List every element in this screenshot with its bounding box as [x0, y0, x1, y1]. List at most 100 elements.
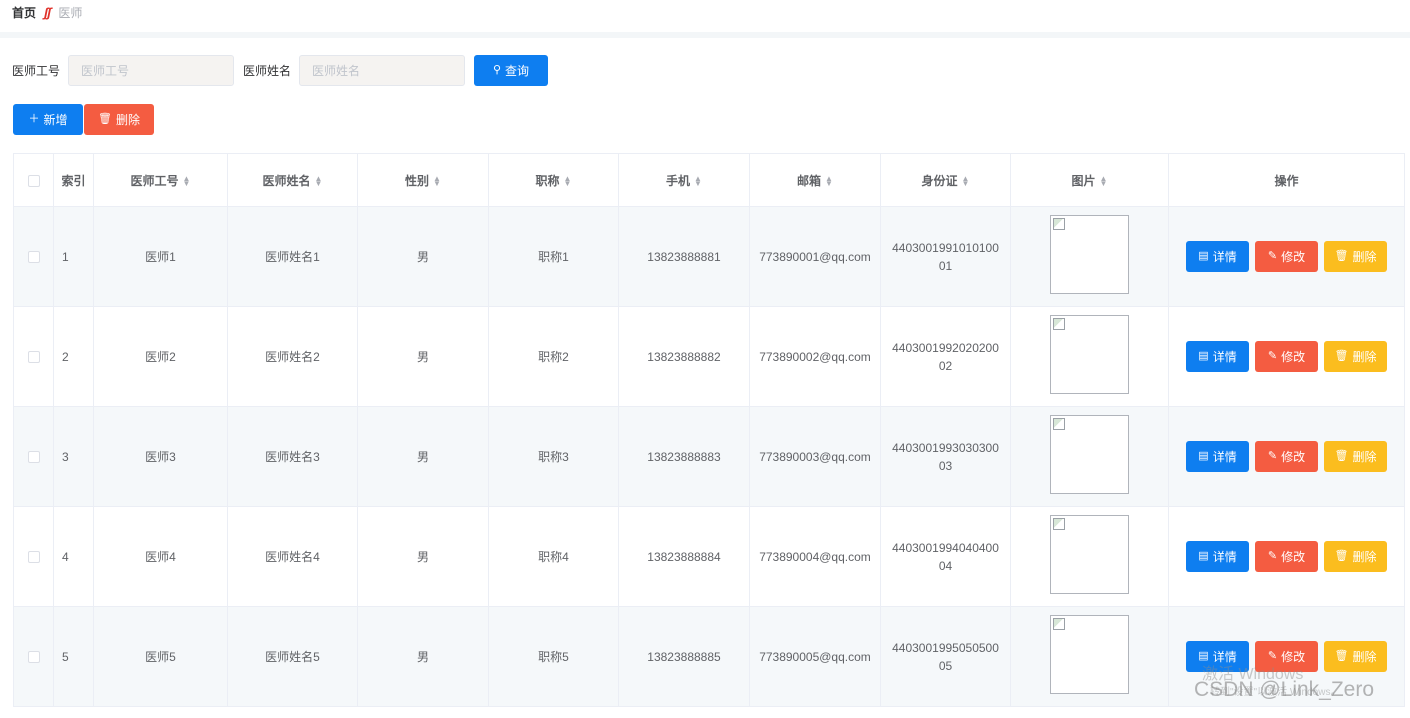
header-phone[interactable]: 手机 ▲ ▼ — [618, 153, 750, 207]
doctor-table: 索引 医师工号 ▲ ▼ 医师姓名 ▲ ▼ 性别 ▲ ▼ 职称 ▲ ▼ 手机 ▲ ▼ 邮箱 ▲ ▼ 身份证… — [13, 153, 1405, 707]
edit-button[interactable]: ✎ 修改 — [1255, 441, 1318, 472]
add-button[interactable]: ＋ 新增 — [13, 104, 83, 135]
table-row: 2 医师2 医师姓名2 男职称2 13823888882 773890002@qq.com… — [13, 306, 1405, 407]
row-actions: ▤ 详情 ✎ 修改 🗑 删除 — [1177, 241, 1396, 272]
row-checkbox[interactable] — [27, 351, 40, 364]
breadcrumb-home[interactable]: 首页 — [12, 4, 36, 21]
delete-button[interactable]: 🗑 删除 — [1324, 241, 1387, 272]
cell-title: 职称2 — [488, 306, 619, 407]
cell-operation: ▤ 详情 ✎ 修改 🗑 删除 — [1168, 406, 1405, 507]
pencil-icon: ✎ — [1267, 250, 1278, 262]
delete-button[interactable]: 🗑 删除 — [1324, 341, 1387, 372]
edit-button-label: 修改 — [1281, 350, 1306, 364]
cell-operation: ▤ 详情 ✎ 修改 🗑 删除 — [1168, 206, 1405, 307]
header-gender[interactable]: 性别 ▲ ▼ — [357, 153, 489, 207]
row-checkbox[interactable] — [27, 551, 40, 564]
header-photo-label: 图片 — [1071, 173, 1096, 188]
sort-icon[interactable]: ▲ ▼ — [564, 175, 572, 188]
delete-button-label: 删除 — [1352, 350, 1377, 364]
broken-image-icon[interactable] — [1050, 614, 1129, 694]
delete-button[interactable]: 🗑 删除 — [1324, 441, 1387, 472]
sort-icon[interactable]: ▲ ▼ — [433, 175, 441, 188]
row-checkbox[interactable] — [27, 451, 40, 464]
cell-photo — [1010, 406, 1169, 507]
cell-gender: 男 — [357, 306, 489, 407]
row-actions: ▤ 详情 ✎ 修改 🗑 删除 — [1177, 641, 1396, 672]
edit-button[interactable]: ✎ 修改 — [1255, 241, 1318, 272]
delete-button[interactable]: 🗑 删除 — [1324, 541, 1387, 572]
cell-operation: ▤ 详情 ✎ 修改 🗑 删除 — [1168, 306, 1405, 407]
detail-button[interactable]: ▤ 详情 — [1186, 541, 1249, 572]
header-doctor-id[interactable]: 医师工号 ▲ ▼ — [93, 153, 228, 207]
detail-button-label: 详情 — [1212, 250, 1237, 264]
cell-title: 职称4 — [488, 506, 619, 607]
batch-delete-button-label: 删除 — [115, 113, 140, 127]
select-all-checkbox[interactable] — [27, 174, 40, 187]
cell-photo — [1010, 506, 1169, 607]
query-button-label: 查询 — [505, 64, 530, 78]
cell-email: 773890002@qq.com — [749, 306, 881, 407]
sort-icon[interactable]: ▲ ▼ — [825, 175, 833, 188]
document-icon: ▤ — [1198, 450, 1209, 462]
document-icon: ▤ — [1198, 250, 1209, 262]
detail-button[interactable]: ▤ 详情 — [1186, 641, 1249, 672]
batch-delete-button[interactable]: 🗑 删除 — [84, 104, 154, 135]
edit-button[interactable]: ✎ 修改 — [1255, 341, 1318, 372]
detail-button[interactable]: ▤ 详情 — [1186, 341, 1249, 372]
delete-button-label: 删除 — [1352, 650, 1377, 664]
query-button[interactable]: ⚲ 查询 — [474, 55, 549, 86]
header-email[interactable]: 邮箱 ▲ ▼ — [749, 153, 881, 207]
cell-id-card: 440300199404040004 — [880, 506, 1011, 607]
header-title[interactable]: 职称 ▲ ▼ — [488, 153, 619, 207]
edit-button[interactable]: ✎ 修改 — [1255, 641, 1318, 672]
select-all-cell — [13, 153, 54, 207]
cell-id-card: 440300199303030003 — [880, 406, 1011, 507]
cell-operation: ▤ 详情 ✎ 修改 🗑 删除 — [1168, 606, 1405, 707]
broken-image-icon[interactable] — [1050, 414, 1129, 494]
breadcrumb-current: 医师 — [58, 5, 83, 20]
row-checkbox[interactable] — [27, 251, 40, 264]
header-id-card-label: 身份证 — [921, 173, 958, 188]
pencil-icon: ✎ — [1267, 650, 1278, 662]
row-select-cell — [13, 406, 54, 507]
header-gender-label: 性别 — [405, 173, 430, 188]
cell-id-card: 440300199505050005 — [880, 606, 1011, 707]
cell-title: 职称3 — [488, 406, 619, 507]
sort-icon[interactable]: ▲ ▼ — [1100, 175, 1108, 188]
trash-icon: 🗑 — [1334, 250, 1349, 262]
detail-button[interactable]: ▤ 详情 — [1186, 441, 1249, 472]
delete-button[interactable]: 🗑 删除 — [1324, 641, 1387, 672]
cell-index: 2 — [53, 306, 94, 407]
header-doctor-name[interactable]: 医师姓名 ▲ ▼ — [227, 153, 358, 207]
sort-icon[interactable]: ▲ ▼ — [962, 175, 970, 188]
header-phone-label: 手机 — [666, 173, 691, 188]
row-checkbox[interactable] — [27, 651, 40, 664]
add-button-label: 新增 — [43, 113, 68, 127]
header-photo[interactable]: 图片 ▲ ▼ — [1010, 153, 1169, 207]
edit-button-label: 修改 — [1281, 450, 1306, 464]
sort-icon[interactable]: ▲ ▼ — [183, 175, 191, 188]
header-id-card[interactable]: 身份证 ▲ ▼ — [880, 153, 1011, 207]
detail-button[interactable]: ▤ 详情 — [1186, 241, 1249, 272]
cell-gender: 男 — [357, 506, 489, 607]
cell-doctor-name: 医师姓名1 — [227, 206, 358, 307]
cell-doctor-name: 医师姓名3 — [227, 406, 358, 507]
doctor-id-input[interactable] — [68, 55, 235, 86]
broken-image-icon[interactable] — [1050, 214, 1129, 294]
sort-icon[interactable]: ▲ ▼ — [694, 175, 702, 188]
sort-icon[interactable]: ▲ ▼ — [315, 175, 323, 188]
doctor-name-input[interactable] — [299, 55, 466, 86]
cell-doctor-name: 医师姓名2 — [227, 306, 358, 407]
row-select-cell — [13, 606, 54, 707]
cell-title: 职称1 — [488, 206, 619, 307]
edit-button[interactable]: ✎ 修改 — [1255, 541, 1318, 572]
cell-photo — [1010, 206, 1169, 307]
broken-image-icon[interactable] — [1050, 314, 1129, 394]
trash-icon: 🗑 — [98, 113, 112, 125]
cell-phone: 13823888882 — [618, 306, 750, 407]
table-row: 3 医师3 医师姓名3 男职称3 13823888883 773890003@qq.com… — [13, 406, 1405, 507]
doctor-id-label: 医师工号 — [12, 64, 61, 78]
broken-image-icon[interactable] — [1050, 514, 1129, 594]
cell-email: 773890003@qq.com — [749, 406, 881, 507]
trash-icon: 🗑 — [1334, 650, 1349, 662]
